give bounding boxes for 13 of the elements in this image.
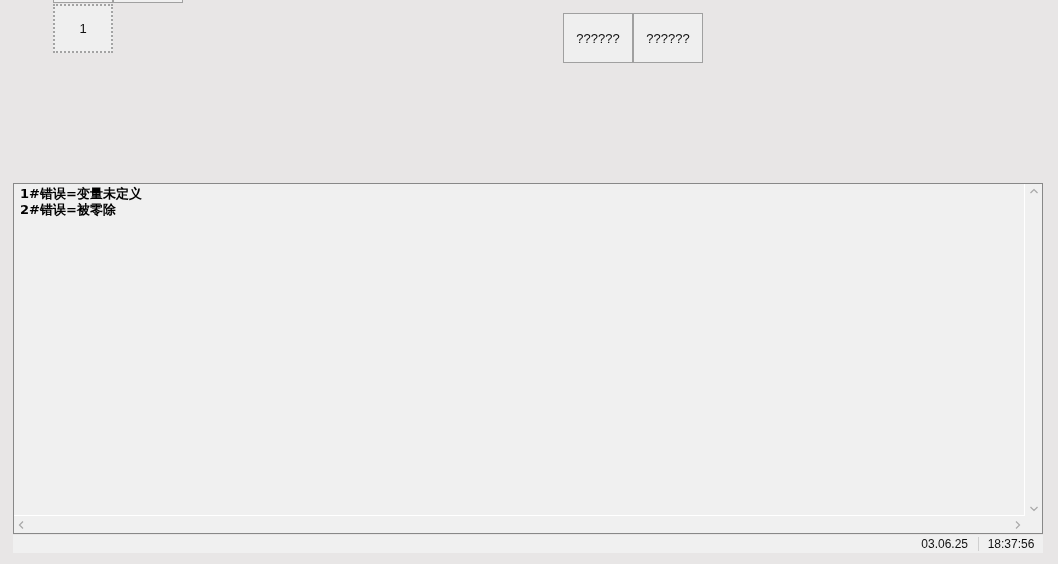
button[interactable]: ?????? [563, 13, 633, 63]
button[interactable] [53, 0, 113, 3]
status-time: 18:37:56 [978, 537, 1043, 551]
button[interactable]: ?????? [633, 13, 703, 63]
log-line: 1#错误=变量未定义 [20, 186, 143, 202]
button[interactable] [113, 0, 183, 3]
button[interactable]: 1 [53, 4, 113, 53]
chevron-right-icon[interactable] [1015, 520, 1021, 529]
chevron-down-icon[interactable] [1029, 506, 1038, 512]
status-date: 03.06.25 [921, 537, 969, 551]
chevron-up-icon[interactable] [1029, 188, 1038, 194]
chevron-left-icon[interactable] [18, 520, 24, 529]
log-line: 2#错误=被零除 [20, 202, 117, 218]
